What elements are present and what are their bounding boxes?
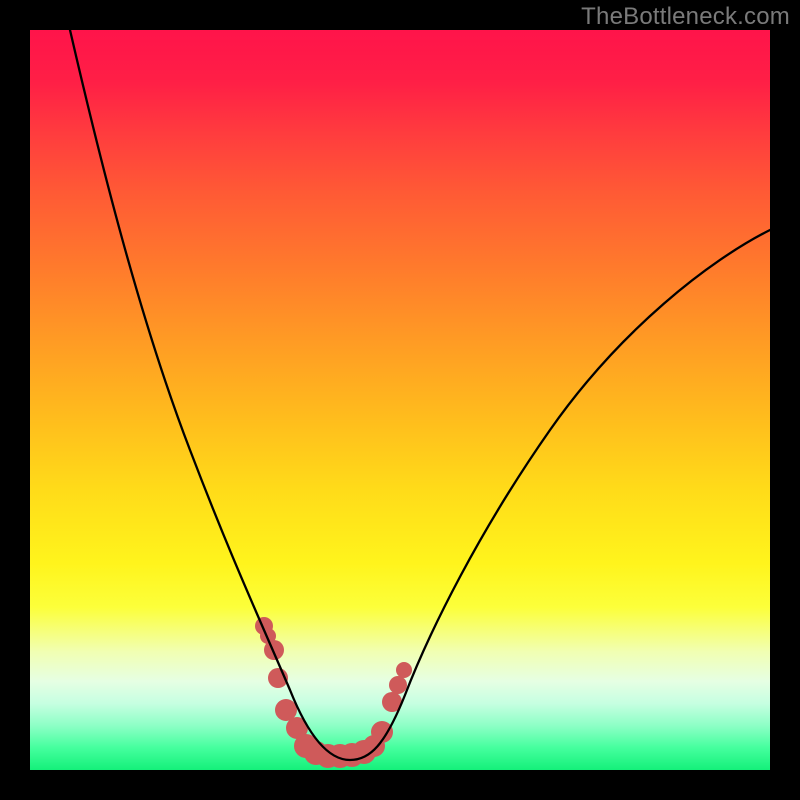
chart-curve: [70, 30, 770, 760]
dot: [396, 662, 412, 678]
watermark-text: TheBottleneck.com: [581, 3, 790, 31]
chart-plot-area: [30, 30, 770, 770]
dot: [389, 676, 407, 694]
bottom-dots-group: [255, 617, 412, 768]
chart-svg: [30, 30, 770, 770]
dot: [264, 640, 284, 660]
